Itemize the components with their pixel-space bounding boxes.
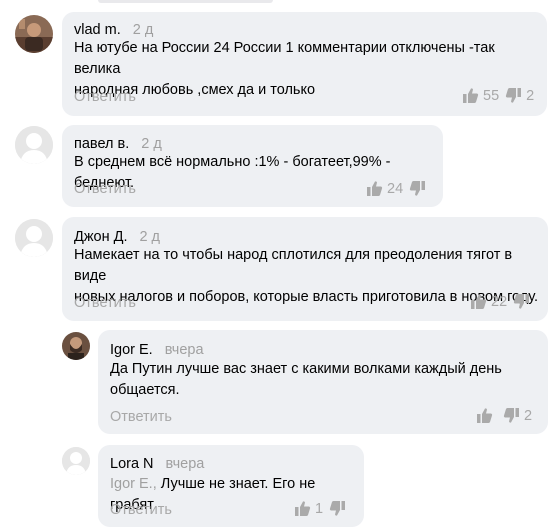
reply-button[interactable]: Ответить [110, 502, 172, 518]
avatar[interactable] [62, 447, 90, 475]
vote-controls: 2 [476, 407, 538, 424]
text-line: общается. [110, 382, 180, 398]
thumbs-up-icon[interactable] [470, 293, 487, 310]
default-user-icon [15, 126, 53, 164]
thumbs-down-icon[interactable] [505, 87, 522, 104]
thumbs-up-icon[interactable] [462, 87, 479, 104]
comment-author[interactable]: Lora N вчера [110, 456, 204, 472]
thumbs-up-icon[interactable] [366, 180, 383, 197]
comment-date: вчера [165, 456, 205, 472]
comment-date: 2 д [132, 22, 154, 38]
text-line: Намекает на то чтобы народ сплотился для… [74, 247, 513, 284]
avatar[interactable] [15, 126, 53, 164]
author-name[interactable]: Lora N [110, 456, 154, 472]
thumbs-down-icon[interactable] [409, 180, 426, 197]
reply-button[interactable]: Ответить [74, 89, 136, 105]
thumbs-up-icon[interactable] [294, 500, 311, 517]
author-name[interactable]: Джон Д. [74, 229, 127, 245]
reply-button[interactable]: Ответить [74, 295, 136, 311]
default-user-icon [15, 219, 53, 257]
vote-controls: 22 [470, 293, 530, 310]
author-name[interactable]: павел в. [74, 136, 129, 152]
user-photo-icon [62, 332, 90, 360]
comment-date: 2 д [139, 229, 161, 245]
comment-date: 2 д [141, 136, 162, 152]
vote-controls: 1 [294, 500, 346, 517]
comment-date: вчера [164, 342, 204, 358]
text-line: Да Путин лучше вас знает с какими волкам… [110, 361, 502, 377]
avatar[interactable] [15, 15, 53, 53]
user-photo-icon [15, 15, 53, 53]
like-count: 24 [387, 180, 404, 197]
default-user-icon [62, 447, 90, 475]
thumbs-up-icon[interactable] [476, 407, 493, 424]
thumbs-down-icon[interactable] [513, 293, 530, 310]
text-line: На ютубе на России 24 России 1 комментар… [74, 40, 495, 77]
like-count: 55 [483, 87, 500, 104]
like-count: 22 [491, 293, 508, 310]
avatar[interactable] [15, 219, 53, 257]
comment-author[interactable]: Джон Д. 2 д [74, 229, 160, 245]
like-count: 1 [315, 500, 324, 517]
avatar[interactable] [62, 332, 90, 360]
previous-comment-edge [98, 0, 273, 3]
comment-text: Да Путин лучше вас знает с какими волкам… [110, 359, 540, 401]
mention-link[interactable]: Igor E., [110, 476, 157, 492]
vote-controls: 24 [366, 180, 426, 197]
dislike-count: 2 [524, 407, 533, 424]
author-name[interactable]: vlad m. [74, 22, 121, 38]
author-name[interactable]: Igor E. [110, 342, 153, 358]
thumbs-down-icon[interactable] [329, 500, 346, 517]
vote-controls: 55 2 [462, 87, 540, 104]
reply-button[interactable]: Ответить [74, 181, 136, 197]
comment-author[interactable]: павел в. 2 д [74, 136, 162, 152]
thumbs-down-icon[interactable] [503, 407, 520, 424]
reply-button[interactable]: Ответить [110, 409, 172, 425]
comment-author[interactable]: Igor E. вчера [110, 342, 204, 358]
comment-author[interactable]: vlad m. 2 д [74, 22, 153, 38]
dislike-count: 2 [526, 87, 535, 104]
